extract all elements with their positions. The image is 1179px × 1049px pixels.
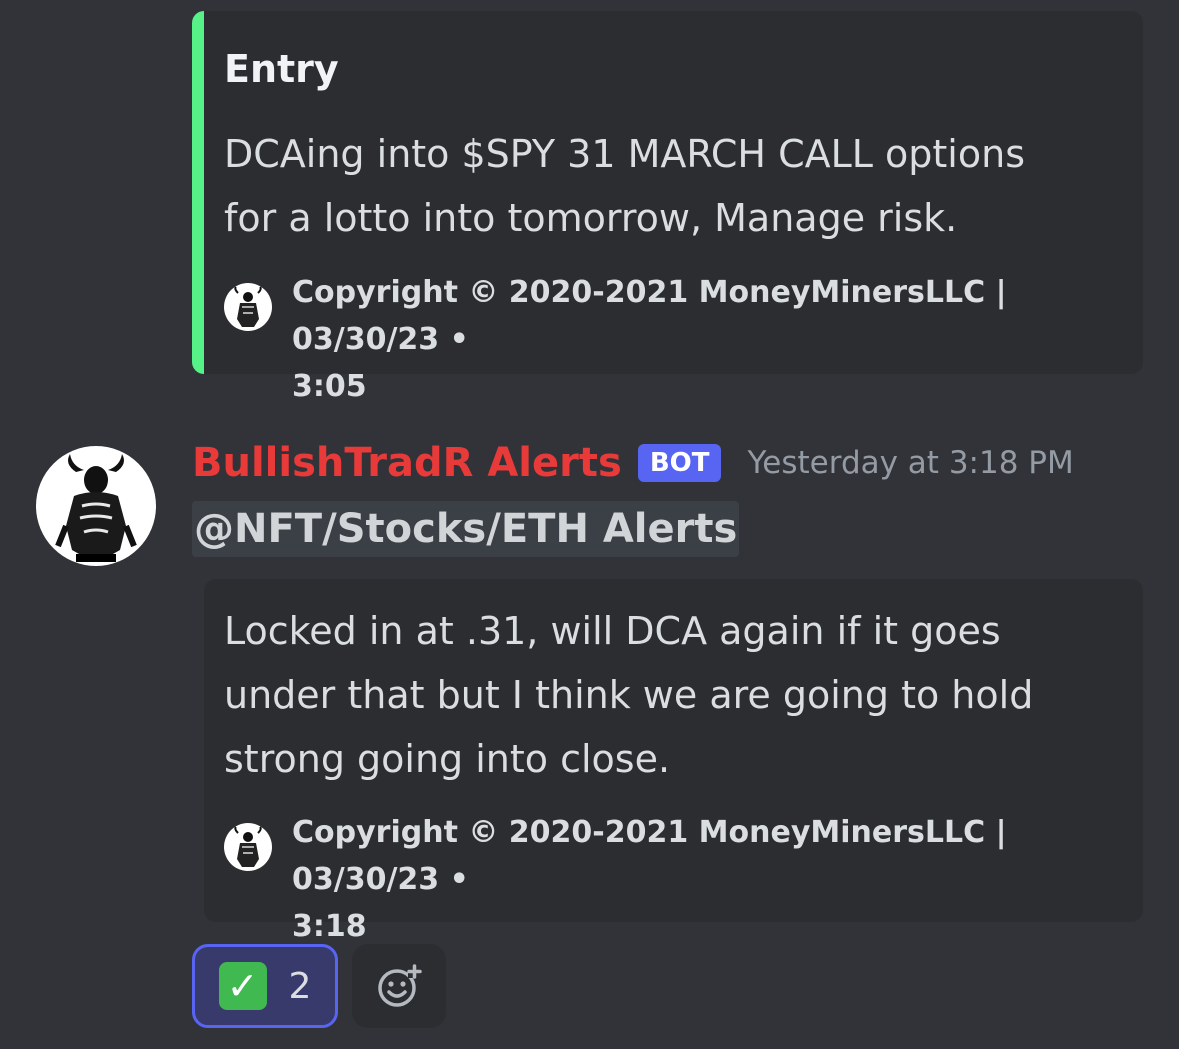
embed-footer: Copyright © 2020-2021 MoneyMinersLLC | 0… xyxy=(224,809,1152,950)
role-mention[interactable]: @NFT/Stocks/ETH Alerts xyxy=(192,501,740,557)
embed-title: Entry xyxy=(224,47,339,91)
footer-avatar-icon xyxy=(224,823,272,871)
footer-copyright: Copyright © 2020-2021 MoneyMinersLLC | 0… xyxy=(292,815,1007,897)
footer-separator: • xyxy=(449,862,469,897)
footer-separator: • xyxy=(449,322,469,357)
reaction-count: 2 xyxy=(288,965,312,1007)
check-reaction-button[interactable]: ✓ 2 xyxy=(192,944,338,1028)
chat-page: Entry DCAing into $SPY 31 MARCH CALL opt… xyxy=(0,0,1179,1049)
message-timestamp: Yesterday at 3:18 PM xyxy=(747,445,1074,481)
footer-avatar-icon xyxy=(224,283,272,331)
embed-footer-text: Copyright © 2020-2021 MoneyMinersLLC | 0… xyxy=(292,269,1152,410)
check-mark-button-icon: ✓ xyxy=(218,962,267,1010)
add-reaction-button[interactable] xyxy=(352,944,446,1028)
update-embed: Locked in at .31, will DCA again if it g… xyxy=(204,579,1143,944)
footer-copyright: Copyright © 2020-2021 MoneyMinersLLC | 0… xyxy=(292,275,1007,357)
embed-description: Locked in at .31, will DCA again if it g… xyxy=(224,609,1034,781)
username[interactable]: BullishTradR Alerts xyxy=(192,440,622,486)
footer-time: 3:05 xyxy=(292,369,367,404)
entry-embed: Entry DCAing into $SPY 31 MARCH CALL opt… xyxy=(192,11,1143,404)
footer-time: 3:18 xyxy=(292,909,367,944)
embed-footer: Copyright © 2020-2021 MoneyMinersLLC | 0… xyxy=(224,269,1152,410)
embed-footer-text: Copyright © 2020-2021 MoneyMinersLLC | 0… xyxy=(292,809,1152,950)
message-header: BullishTradR Alerts BOT Yesterday at 3:1… xyxy=(192,440,1074,486)
bot-badge: BOT xyxy=(637,444,722,482)
embed-description: DCAing into $SPY 31 MARCH CALL options f… xyxy=(224,132,1025,240)
add-reaction-icon xyxy=(378,964,422,1007)
bot-avatar[interactable] xyxy=(36,446,156,566)
